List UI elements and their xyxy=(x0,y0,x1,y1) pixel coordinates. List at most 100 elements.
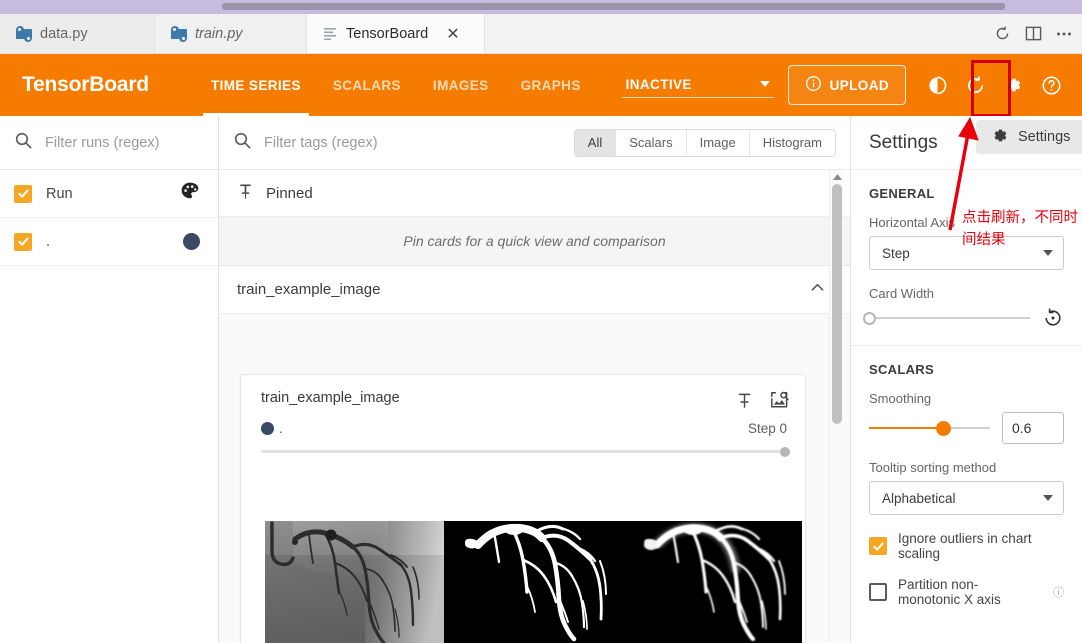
more-actions-icon[interactable] xyxy=(1056,31,1072,37)
smoothing-slider-thumb[interactable] xyxy=(935,420,951,436)
header-actions: INACTIVE UPLOAD xyxy=(621,65,1082,105)
tab-scalars[interactable]: SCALARS xyxy=(317,54,417,116)
card-title: train_example_image xyxy=(261,390,400,406)
run-color-swatch[interactable] xyxy=(183,233,200,250)
help-circle-icon[interactable] xyxy=(1032,65,1070,105)
ignore-outliers-checkbox[interactable] xyxy=(869,537,887,555)
horizontal-axis-select[interactable]: Step xyxy=(869,236,1064,270)
tab-label: data.py xyxy=(40,25,88,42)
upload-button[interactable]: UPLOAD xyxy=(787,65,906,105)
editor-tab-tensorboard[interactable]: TensorBoard ✕ xyxy=(307,14,485,53)
pinned-section-title: Pinned xyxy=(266,184,313,202)
tab-label: train.py xyxy=(195,25,243,42)
step-label: Step 0 xyxy=(747,421,787,436)
tab-time-series[interactable]: TIME SERIES xyxy=(195,54,317,116)
settings-scalars-section: SCALARS Smoothing 0.6 Tooltip sorting me… xyxy=(851,346,1082,607)
pinned-section-header[interactable]: Pinned xyxy=(219,170,850,217)
run-name-label: . xyxy=(46,233,51,250)
editor-tab-data-py[interactable]: data.py xyxy=(0,14,155,53)
pin-icon[interactable] xyxy=(736,392,753,414)
horizontal-scrollbar[interactable] xyxy=(222,3,1005,10)
info-circle-icon xyxy=(805,75,822,95)
image-search-icon[interactable] xyxy=(769,390,791,415)
image-preview-strip[interactable] xyxy=(265,521,802,643)
filter-image[interactable]: Image xyxy=(686,129,750,156)
plugin-filter-group: All Scalars Image Histogram xyxy=(573,128,836,157)
tooltip-sort-select[interactable]: Alphabetical xyxy=(869,481,1064,515)
pinned-empty-message: Pin cards for a quick view and compariso… xyxy=(219,217,850,266)
filter-all[interactable]: All xyxy=(574,129,617,156)
ignore-outliers-row[interactable]: Ignore outliers in chart scaling xyxy=(869,531,1064,561)
search-icon xyxy=(14,131,33,155)
runs-header-row: Run xyxy=(0,170,218,218)
card-width-slider-row xyxy=(863,307,1064,329)
split-editor-icon[interactable] xyxy=(1025,25,1042,42)
card-width-label: Card Width xyxy=(869,286,935,301)
scrollbar-thumb[interactable] xyxy=(832,184,842,424)
main-nav: TIME SERIES SCALARS IMAGES GRAPHS xyxy=(195,54,597,116)
smoothing-slider-row: 0.6 xyxy=(869,412,1064,444)
brand-title: TensorBoard xyxy=(22,73,149,96)
horizontal-axis-label: Horizontal Axis xyxy=(869,215,955,230)
time-series-pane: Filter tags (regex) All Scalars Image Hi… xyxy=(219,116,850,643)
card-width-slider-thumb[interactable] xyxy=(863,311,876,325)
editor-top-strip xyxy=(0,0,1082,14)
chevron-up-icon[interactable] xyxy=(809,279,826,300)
tab-graphs[interactable]: GRAPHS xyxy=(505,54,597,116)
editor-tab-train-py[interactable]: train.py xyxy=(155,14,307,53)
search-icon xyxy=(233,131,252,155)
run-visibility-checkbox[interactable] xyxy=(14,232,32,251)
partition-x-axis-row[interactable]: Partition non-monotonic X axis ⓘ xyxy=(869,577,1064,607)
filter-scalars[interactable]: Scalars xyxy=(616,129,687,156)
chevron-down-icon xyxy=(1043,250,1053,256)
step-slider[interactable] xyxy=(241,436,805,457)
settings-toggle-label: Settings xyxy=(1018,129,1071,145)
partition-x-axis-checkbox[interactable] xyxy=(869,583,887,601)
tag-search-placeholder: Filter tags (regex) xyxy=(264,134,378,151)
vessel-ground-truth-mask-image xyxy=(444,521,623,643)
tab-images[interactable]: IMAGES xyxy=(417,54,505,116)
info-icon[interactable]: ⓘ xyxy=(1053,584,1064,600)
run-list-item[interactable]: . xyxy=(0,218,218,266)
card-width-slider[interactable] xyxy=(863,308,1030,328)
reload-state-value: INACTIVE xyxy=(625,76,692,92)
step-slider-track[interactable] xyxy=(261,446,790,457)
chevron-down-icon xyxy=(1043,495,1053,501)
scroll-up-icon[interactable] xyxy=(832,172,842,182)
general-section-label: GENERAL xyxy=(869,186,935,201)
dark-mode-icon[interactable] xyxy=(918,65,956,105)
list-icon xyxy=(323,26,338,41)
runs-search-placeholder: Filter runs (regex) xyxy=(45,134,160,151)
runs-select-all-checkbox[interactable] xyxy=(14,184,32,203)
cards-vertical-scrollbar[interactable] xyxy=(829,170,843,643)
color-palette-icon[interactable] xyxy=(180,181,200,206)
step-slider-thumb[interactable] xyxy=(780,446,790,457)
card-action-icons xyxy=(736,390,791,415)
smoothing-value-input[interactable]: 0.6 xyxy=(1002,412,1064,444)
tab-label: TensorBoard xyxy=(346,25,429,42)
reload-state-dropdown[interactable]: INACTIVE xyxy=(621,73,774,98)
runs-column-header-label: Run xyxy=(46,185,73,202)
tag-group-header[interactable]: train_example_image xyxy=(219,266,850,314)
reload-icon[interactable] xyxy=(994,25,1011,42)
close-icon[interactable]: ✕ xyxy=(446,25,459,42)
card-run-row: . Step 0 xyxy=(241,415,805,436)
chevron-down-icon xyxy=(759,81,770,87)
pin-icon xyxy=(237,183,254,204)
smoothing-slider[interactable] xyxy=(869,418,990,438)
filter-histogram[interactable]: Histogram xyxy=(749,129,835,156)
settings-gear-icon[interactable] xyxy=(994,65,1032,105)
tensorboard-header: TensorBoard TIME SERIES SCALARS IMAGES G… xyxy=(0,54,1082,116)
runs-search-row[interactable]: Filter runs (regex) xyxy=(0,116,218,170)
settings-general-section: GENERAL Horizontal Axis Step Card Width xyxy=(851,170,1082,329)
settings-toggle-button[interactable]: Settings xyxy=(976,120,1082,154)
refresh-icon[interactable] xyxy=(956,65,994,105)
python-icon xyxy=(16,25,32,42)
card-width-slider-track xyxy=(869,317,1030,319)
tooltip-sort-value: Alphabetical xyxy=(882,490,956,506)
card-header: train_example_image xyxy=(241,375,805,415)
settings-panel: Settings GENERAL Horizontal Axis Step Ca… xyxy=(850,116,1082,643)
ignore-outliers-label: Ignore outliers in chart scaling xyxy=(898,531,1032,561)
restore-icon[interactable] xyxy=(1042,307,1064,329)
tag-filter-bar: Filter tags (regex) All Scalars Image Hi… xyxy=(219,116,850,170)
